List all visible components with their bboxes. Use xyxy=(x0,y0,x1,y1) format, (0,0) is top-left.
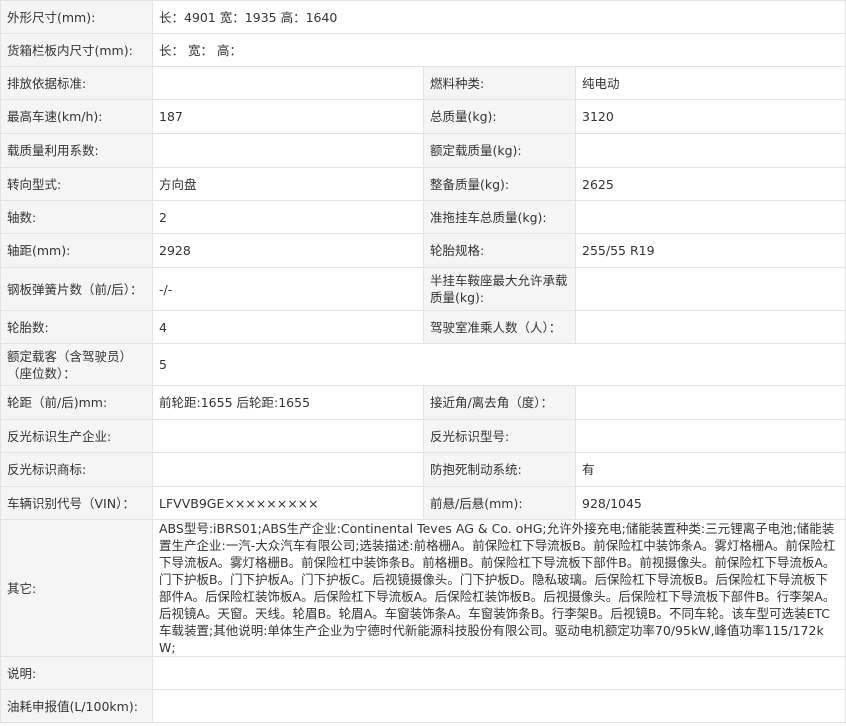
spec-value: 2928 xyxy=(152,233,424,268)
spec-row: 外形尺寸(mm): 长：4901 宽：1935 高：1640 xyxy=(0,0,846,34)
spec-value xyxy=(152,133,424,168)
spec-value: 187 xyxy=(152,99,424,134)
spec-label: 外形尺寸(mm): xyxy=(0,0,153,34)
spec-row: 反光标识生产企业: 反光标识型号: xyxy=(0,419,846,453)
spec-value xyxy=(152,66,424,100)
spec-label: 反光标识型号: xyxy=(423,419,576,453)
spec-label: 车辆识别代号（VIN）： xyxy=(0,486,153,520)
spec-label: 额定载客（含驾驶员）（座位数）： xyxy=(0,343,153,386)
spec-value: 方向盘 xyxy=(152,167,424,201)
spec-value: 4 xyxy=(152,310,424,344)
spec-label: 载质量利用系数: xyxy=(0,133,153,168)
vehicle-spec-table: 外形尺寸(mm): 长：4901 宽：1935 高：1640 货箱栏板内尺寸(mm)… xyxy=(0,0,846,723)
spec-label: 驾驶室准乘人数（人）： xyxy=(423,310,576,344)
spec-row: 钢板弹簧片数（前/后）： -/- 半挂车鞍座最大允许承载质量(kg): xyxy=(0,267,846,311)
spec-value: 2625 xyxy=(575,167,846,201)
spec-label: 整备质量(kg): xyxy=(423,167,576,201)
spec-value xyxy=(152,452,424,487)
spec-label: 轮胎数: xyxy=(0,310,153,344)
spec-label: 油耗申报值(L/100km): xyxy=(0,689,153,723)
spec-label: 燃料种类: xyxy=(423,66,576,100)
spec-label: 接近角/离去角（度）： xyxy=(423,385,576,420)
spec-value xyxy=(575,310,846,344)
spec-row: 反光标识商标: 防抱死制动系统: 有 xyxy=(0,452,846,487)
spec-row: 轮胎数: 4 驾驶室准乘人数（人）： xyxy=(0,310,846,344)
spec-label: 半挂车鞍座最大允许承载质量(kg): xyxy=(423,267,576,311)
spec-value: ABS型号:iBRS01;ABS生产企业:Continental Teves A… xyxy=(152,519,846,657)
spec-row: 货箱栏板内尺寸(mm): 长： 宽： 高： xyxy=(0,33,846,67)
spec-label: 钢板弹簧片数（前/后）： xyxy=(0,267,153,311)
spec-value xyxy=(152,656,846,690)
spec-value xyxy=(575,419,846,453)
spec-row: 额定载客（含驾驶员）（座位数）： 5 xyxy=(0,343,846,386)
spec-label: 其它: xyxy=(0,519,153,657)
spec-label: 转向型式: xyxy=(0,167,153,201)
spec-value xyxy=(575,267,846,311)
spec-label: 前悬/后悬(mm): xyxy=(423,486,576,520)
spec-value: LFVVB9GE××××××××× xyxy=(152,486,424,520)
spec-label: 额定载质量(kg): xyxy=(423,133,576,168)
spec-row: 轴距(mm): 2928 轮胎规格: 255/55 R19 xyxy=(0,233,846,268)
spec-value xyxy=(575,385,846,420)
spec-value: 前轮距:1655 后轮距:1655 xyxy=(152,385,424,420)
spec-row: 排放依据标准: 燃料种类: 纯电动 xyxy=(0,66,846,100)
spec-label: 排放依据标准: xyxy=(0,66,153,100)
spec-value: 长：4901 宽：1935 高：1640 xyxy=(152,0,846,34)
spec-label: 反光标识商标: xyxy=(0,452,153,487)
spec-label: 最高车速(km/h): xyxy=(0,99,153,134)
spec-label: 轮胎规格: xyxy=(423,233,576,268)
spec-label: 轴距(mm): xyxy=(0,233,153,268)
spec-value: -/- xyxy=(152,267,424,311)
spec-label: 说明: xyxy=(0,656,153,690)
spec-value: 有 xyxy=(575,452,846,487)
spec-value: 3120 xyxy=(575,99,846,134)
spec-row: 轮距（前/后)mm: 前轮距:1655 后轮距:1655 接近角/离去角（度）： xyxy=(0,385,846,420)
spec-label: 准拖挂车总质量(kg): xyxy=(423,200,576,234)
spec-label: 反光标识生产企业: xyxy=(0,419,153,453)
spec-row: 转向型式: 方向盘 整备质量(kg): 2625 xyxy=(0,167,846,201)
spec-row: 油耗申报值(L/100km): xyxy=(0,689,846,723)
spec-value xyxy=(575,133,846,168)
spec-label: 总质量(kg): xyxy=(423,99,576,134)
spec-row: 载质量利用系数: 额定载质量(kg): xyxy=(0,133,846,168)
spec-value xyxy=(575,200,846,234)
spec-value: 纯电动 xyxy=(575,66,846,100)
spec-value: 5 xyxy=(152,343,846,386)
spec-row: 其它: ABS型号:iBRS01;ABS生产企业:Continental Teve… xyxy=(0,519,846,657)
spec-value: 255/55 R19 xyxy=(575,233,846,268)
spec-row: 轴数: 2 准拖挂车总质量(kg): xyxy=(0,200,846,234)
spec-value: 928/1045 xyxy=(575,486,846,520)
spec-row: 最高车速(km/h): 187 总质量(kg): 3120 xyxy=(0,99,846,134)
spec-label: 防抱死制动系统: xyxy=(423,452,576,487)
spec-label: 轮距（前/后)mm: xyxy=(0,385,153,420)
spec-value: 2 xyxy=(152,200,424,234)
spec-value: 长： 宽： 高： xyxy=(152,33,846,67)
spec-value xyxy=(152,419,424,453)
spec-row: 车辆识别代号（VIN）： LFVVB9GE××××××××× 前悬/后悬(mm): 9… xyxy=(0,486,846,520)
spec-label: 轴数: xyxy=(0,200,153,234)
spec-value xyxy=(152,689,846,723)
spec-label: 货箱栏板内尺寸(mm): xyxy=(0,33,153,67)
spec-row: 说明: xyxy=(0,656,846,690)
